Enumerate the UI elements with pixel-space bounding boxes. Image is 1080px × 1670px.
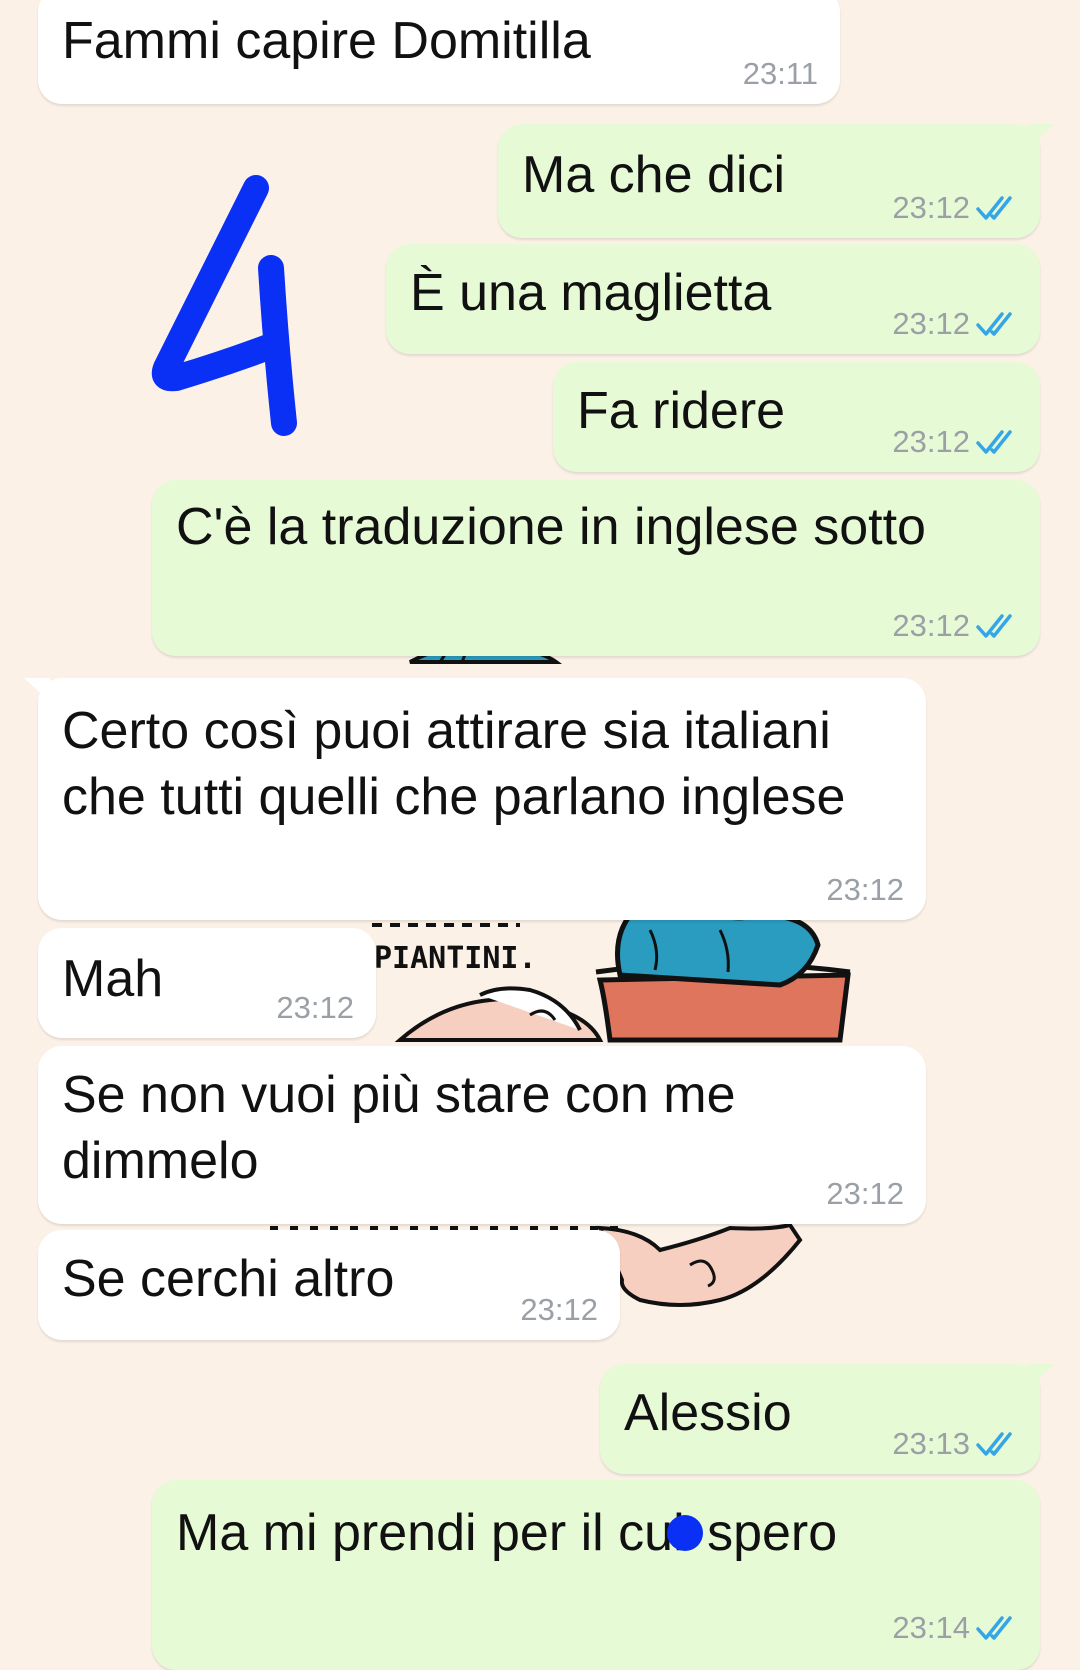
message-outgoing[interactable]: Alessio 23:13 (600, 1364, 1054, 1474)
message-incoming[interactable]: Certo così puoi attirare sia italiani ch… (24, 678, 926, 920)
message-time: 23:12 (892, 190, 970, 225)
wallpaper-sign: PIANTINI. (374, 941, 537, 976)
message-outgoing[interactable]: Fa ridere 23:12 (553, 362, 1040, 472)
message-time: 23:12 (892, 608, 970, 643)
message-text: C'è la traduzione in inglese sotto (176, 498, 926, 556)
message-meta: 23:12 (892, 608, 1018, 644)
message-text: Ma mi prendi per il cul spero (176, 1500, 837, 1566)
message-meta: 23:13 (892, 1426, 1018, 1462)
message-meta: 23:12 (892, 424, 1018, 460)
double-check-icon (976, 614, 1012, 638)
message-text: Alessio (624, 1384, 792, 1442)
message-meta: 23:12 (826, 872, 904, 908)
message-meta: 23:12 (520, 1292, 598, 1328)
message-time: 23:12 (276, 990, 354, 1025)
message-time: 23:12 (892, 306, 970, 341)
message-meta: 23:11 (743, 56, 818, 92)
message-time: 23:12 (826, 1176, 904, 1211)
message-text: Fa ridere (577, 382, 786, 440)
double-check-icon (976, 430, 1012, 454)
message-meta: 23:14 (892, 1610, 1018, 1646)
message-incoming[interactable]: Mah 23:12 (38, 928, 376, 1038)
message-meta: 23:12 (892, 190, 1018, 226)
handwritten-number-annotation: 4 (151, 175, 297, 436)
bubble-tail (24, 678, 50, 702)
message-meta: 23:12 (276, 990, 354, 1026)
message-time: 23:11 (742, 56, 818, 91)
bubble-tail (1028, 1364, 1054, 1388)
message-text-end: spero (692, 1504, 838, 1562)
message-outgoing[interactable]: Ma che dici 23:12 (498, 124, 1054, 238)
double-check-icon (976, 1616, 1012, 1640)
message-time: 23:12 (520, 1292, 598, 1327)
double-check-icon (976, 1432, 1012, 1456)
message-text: Se cerchi altro (62, 1250, 395, 1308)
message-outgoing[interactable]: Ma mi prendi per il cul spero 23:14 (152, 1480, 1040, 1670)
message-incoming[interactable]: Fammi capire Domitilla 23:11 (38, 0, 840, 104)
message-text-start: Ma mi prendi per il cul (176, 1504, 685, 1562)
message-time: 23:12 (892, 424, 970, 459)
redaction-dot (666, 1515, 703, 1552)
message-text: È una maglietta (410, 264, 772, 322)
message-incoming[interactable]: Se cerchi altro 23:12 (38, 1230, 620, 1340)
message-text: Fammi capire Domitilla (62, 12, 591, 70)
message-outgoing[interactable]: È una maglietta 23:12 (386, 244, 1040, 354)
message-time: 23:14 (892, 1610, 970, 1645)
message-time: 23:12 (826, 872, 904, 907)
message-text: Se non vuoi più stare con me dimmelo (62, 1066, 736, 1190)
message-time: 23:13 (892, 1426, 970, 1461)
message-text: Mah (62, 950, 164, 1008)
message-meta: 23:12 (892, 306, 1018, 342)
message-text: Certo così puoi attirare sia italiani ch… (62, 702, 846, 826)
message-outgoing[interactable]: C'è la traduzione in inglese sotto 23:12 (152, 480, 1040, 656)
double-check-icon (976, 312, 1012, 336)
bubble-tail (1028, 124, 1054, 148)
message-text: Ma che dici (522, 146, 785, 204)
double-check-icon (976, 196, 1012, 220)
message-incoming[interactable]: Se non vuoi più stare con me dimmelo 23:… (38, 1046, 926, 1224)
message-meta: 23:12 (826, 1176, 904, 1212)
